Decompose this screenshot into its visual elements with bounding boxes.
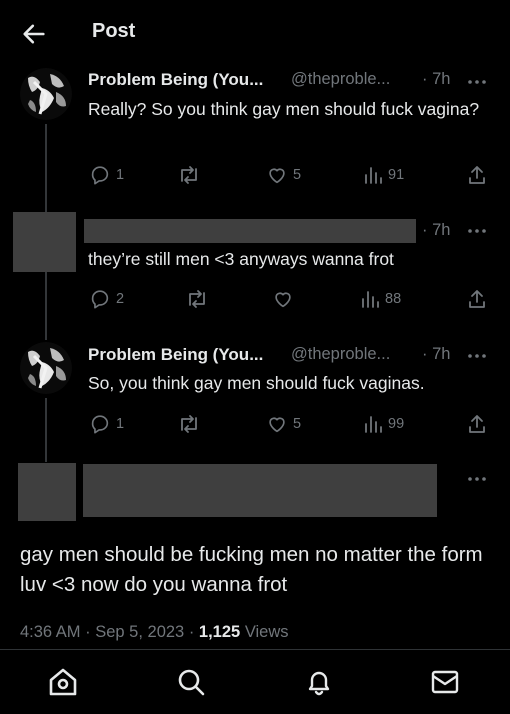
- arrow-left-icon: [23, 24, 45, 44]
- more-button[interactable]: [466, 349, 488, 361]
- like-count: 5: [293, 167, 302, 183]
- views-count: 99: [388, 416, 405, 432]
- thread-connector: [45, 124, 47, 219]
- share-icon: [469, 415, 485, 433]
- more-button[interactable]: [466, 75, 488, 87]
- author-handle[interactable]: @theproble...: [291, 345, 390, 364]
- thread-connector: [45, 398, 47, 462]
- tweet-text: they’re still men <3 anyways wanna frot: [88, 249, 394, 269]
- more-dots-icon: [468, 354, 486, 358]
- reply-button[interactable]: 1: [89, 411, 124, 437]
- more-button[interactable]: [466, 472, 488, 484]
- views-label: Views: [244, 623, 289, 641]
- avatar-image: [20, 68, 72, 120]
- nav-messages[interactable]: [429, 666, 461, 698]
- heart-icon: [269, 417, 285, 433]
- share-button[interactable]: [467, 162, 487, 188]
- views-bar-icon: [365, 416, 382, 433]
- views-bar-icon: [362, 291, 379, 308]
- thread-connector: [45, 272, 47, 340]
- meta-separator: ·: [85, 623, 96, 641]
- more-dots-icon: [468, 229, 486, 233]
- author-redaction: [83, 464, 437, 517]
- views-total: 1,125: [198, 623, 241, 641]
- share-button[interactable]: [467, 411, 487, 437]
- more-dots-icon: [468, 80, 486, 84]
- repost-button[interactable]: [185, 286, 214, 312]
- like-count: 5: [293, 416, 302, 432]
- author-name[interactable]: Problem Being (You...: [88, 70, 263, 90]
- meta-separator: ·: [188, 623, 199, 641]
- top-bar: Post: [0, 0, 510, 66]
- more-button[interactable]: [466, 224, 488, 236]
- post-time[interactable]: · 7h: [422, 70, 450, 89]
- repost-icon: [181, 166, 197, 184]
- views-button[interactable]: 99: [363, 411, 404, 437]
- page-title: Post: [92, 20, 136, 42]
- repost-icon: [181, 415, 197, 433]
- author-handle[interactable]: @theproble...: [291, 70, 390, 89]
- reply-icon: [91, 290, 109, 309]
- more-dots-icon: [468, 477, 486, 481]
- heart-icon: [269, 168, 285, 184]
- views-button[interactable]: 88: [360, 286, 401, 312]
- views-count: 88: [385, 291, 402, 307]
- post-meta: 4:36 AM · Sep 5, 2023 · 1,125 Views: [20, 623, 289, 642]
- tweet-text: So, you think gay men should fuck vagina…: [88, 373, 425, 393]
- heart-icon: [275, 292, 291, 308]
- avatar[interactable]: [20, 68, 72, 120]
- reply-button[interactable]: 2: [89, 286, 124, 312]
- share-icon: [469, 166, 485, 184]
- search-icon: [178, 669, 205, 696]
- repost-icon: [189, 290, 205, 308]
- tweet-text: Really? So you think gay men should fuck…: [88, 99, 480, 119]
- repost-button[interactable]: [177, 162, 206, 188]
- reply-count: 2: [116, 291, 125, 307]
- post-time[interactable]: · 7h: [422, 221, 450, 240]
- bell-icon: [308, 671, 330, 696]
- like-button[interactable]: [272, 286, 299, 312]
- avatar-redaction: [13, 212, 76, 272]
- reply-icon: [91, 415, 109, 434]
- main-post-text: gay men should be fucking men no matter …: [20, 543, 483, 596]
- avatar[interactable]: [20, 342, 72, 394]
- post-time[interactable]: · 7h: [422, 345, 450, 364]
- views-count: 91: [388, 167, 405, 183]
- post-date[interactable]: Sep 5, 2023: [95, 623, 184, 641]
- like-button[interactable]: 5: [266, 162, 301, 188]
- like-button[interactable]: 5: [266, 411, 301, 437]
- reply-button[interactable]: 1: [89, 162, 124, 188]
- back-button[interactable]: [20, 20, 48, 48]
- bottom-nav: [0, 650, 510, 714]
- author-redaction: [84, 219, 416, 243]
- post-time[interactable]: 4:36 AM: [20, 623, 81, 641]
- envelope-icon: [431, 670, 459, 694]
- nav-notifications[interactable]: [303, 666, 335, 698]
- repost-button[interactable]: [177, 411, 206, 437]
- share-button[interactable]: [467, 286, 487, 312]
- reply-count: 1: [116, 416, 125, 432]
- avatar-redaction: [18, 463, 76, 521]
- nav-search[interactable]: [175, 666, 207, 698]
- share-icon: [469, 290, 485, 308]
- views-button[interactable]: 91: [363, 162, 404, 188]
- nav-home[interactable]: [47, 666, 79, 698]
- views-bar-icon: [365, 167, 382, 184]
- reply-icon: [91, 166, 109, 185]
- reply-count: 1: [116, 167, 125, 183]
- author-name[interactable]: Problem Being (You...: [88, 345, 263, 365]
- avatar-image: [20, 342, 72, 394]
- home-icon: [49, 668, 77, 696]
